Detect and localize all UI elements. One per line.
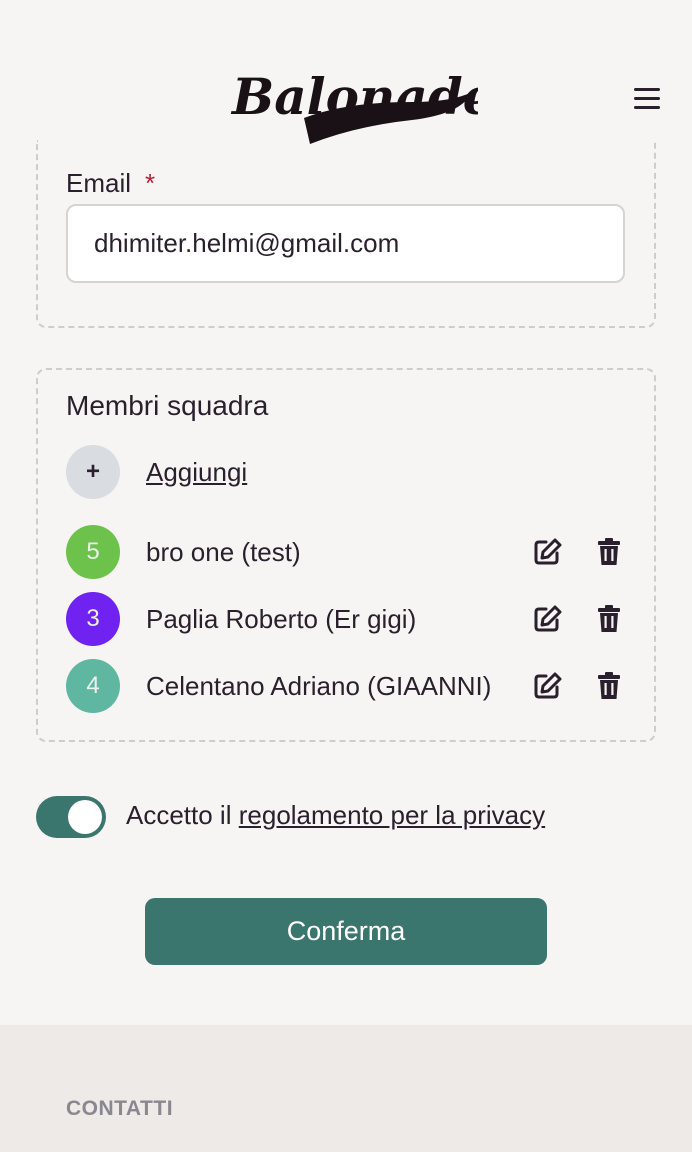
site-header: Balonade: [0, 0, 692, 160]
trash-icon[interactable]: [594, 537, 624, 567]
svg-text:Balonade: Balonade: [230, 67, 478, 126]
privacy-policy-link[interactable]: regolamento per la privacy: [239, 800, 545, 830]
member-number-badge: 4: [66, 659, 120, 713]
plus-icon[interactable]: +: [66, 445, 120, 499]
footer-contacts-heading: CONTATTI: [66, 1097, 174, 1120]
team-member-row: 4 Celentano Adriano (GIAANNI): [66, 659, 632, 713]
edit-icon[interactable]: [532, 604, 562, 634]
footer: CONTATTI: [0, 1025, 692, 1152]
email-field[interactable]: [66, 204, 625, 283]
edit-icon[interactable]: [532, 671, 562, 701]
add-member-label[interactable]: Aggiungi: [146, 457, 247, 488]
member-number-badge: 3: [66, 592, 120, 646]
required-asterisk: *: [145, 168, 156, 198]
add-member-button[interactable]: + Aggiungi: [66, 445, 247, 499]
edit-icon[interactable]: [532, 537, 562, 567]
trash-icon[interactable]: [594, 604, 624, 634]
member-name: Paglia Roberto (Er gigi): [146, 603, 417, 634]
members-section-title: Membri squadra: [66, 390, 269, 421]
email-label: Email *: [66, 168, 156, 198]
privacy-consent-text: Accetto il regolamento per la privacy: [126, 800, 545, 831]
team-member-row: 5 bro one (test): [66, 525, 632, 579]
privacy-toggle[interactable]: [36, 796, 106, 838]
member-number-badge: 5: [66, 525, 120, 579]
member-name: Celentano Adriano (GIAANNI): [146, 670, 492, 701]
trash-icon[interactable]: [594, 671, 624, 701]
member-name: bro one (test): [146, 536, 301, 567]
hamburger-menu-icon[interactable]: [628, 84, 664, 114]
balonade-logo[interactable]: Balonade: [226, 58, 478, 150]
privacy-prefix: Accetto il: [126, 800, 232, 830]
toggle-knob: [68, 800, 102, 834]
confirm-button[interactable]: Conferma: [145, 898, 547, 965]
team-member-row: 3 Paglia Roberto (Er gigi): [66, 592, 632, 646]
